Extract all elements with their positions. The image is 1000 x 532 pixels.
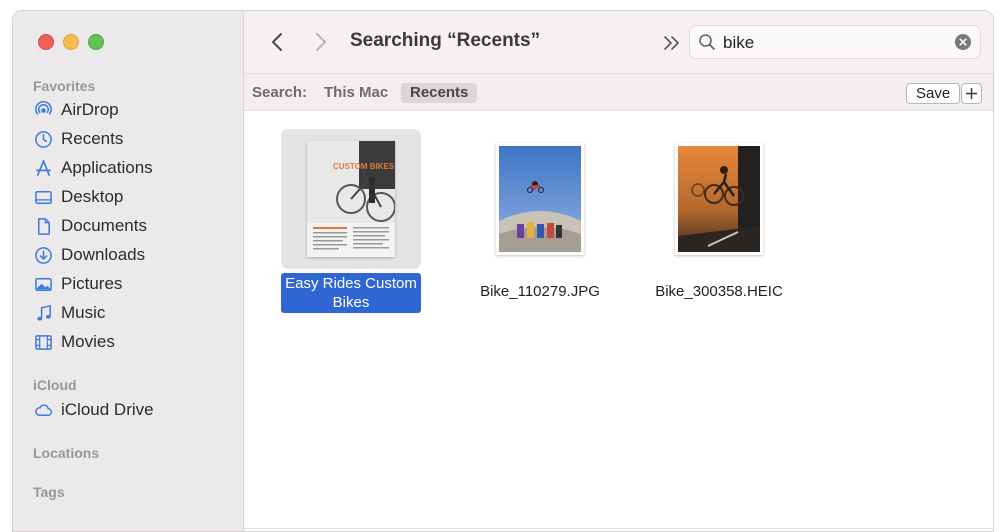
sidebar-item-icloud-drive[interactable]: iCloud Drive [33,397,154,423]
sidebar-item-applications[interactable]: Applications [33,155,153,181]
sidebar-item-downloads[interactable]: Downloads [33,242,145,268]
file-item-bike-300358[interactable]: Bike_300358.HEIC [649,129,789,309]
file-thumbnail-container[interactable]: CUSTOM BIKES [281,129,421,269]
save-search-button[interactable]: Save [906,83,961,104]
sidebar-item-music[interactable]: Music [33,300,105,326]
music-note-icon [33,303,53,323]
magazine-page-image: CUSTOM BIKES [307,141,396,257]
clock-icon [33,129,53,149]
sidebar-item-label: Applications [61,158,153,177]
search-scope-bar: Search: This Mac Recents Save [244,74,993,111]
sidebar-section-icloud: iCloud [33,377,77,393]
main-pane: Searching “Recents” Search: This Mac Rec… [244,11,993,531]
sidebar-item-label: AirDrop [61,100,119,119]
sidebar-item-airdrop[interactable]: AirDrop [33,97,119,123]
airdrop-icon [33,100,53,120]
file-thumbnail-container[interactable] [470,129,610,269]
forward-button[interactable] [310,29,332,55]
window-title: Searching “Recents” [350,30,541,51]
sidebar-item-documents[interactable]: Documents [33,213,147,239]
file-item-bike-110279[interactable]: Bike_110279.JPG [470,129,610,309]
file-item-easy-rides[interactable]: CUSTOM BIKES Easy Rides Custom Bikes [281,129,421,329]
file-name-label[interactable]: Bike_110279.JPG [470,283,610,300]
zoom-button[interactable] [88,34,104,50]
sidebar-section-tags[interactable]: Tags [33,484,65,500]
toolbar: Searching “Recents” [244,11,993,74]
sidebar-item-label: Desktop [61,187,124,206]
sidebar-item-label: Documents [61,216,147,235]
search-input[interactable] [721,31,945,55]
chevron-left-icon [272,33,282,51]
minimize-button[interactable] [63,34,79,50]
thumb-heading: CUSTOM BIKES [333,162,395,171]
plus-icon [966,88,977,99]
desktop-icon [33,187,53,207]
scope-this-mac[interactable]: This Mac [324,84,388,101]
window-controls [38,34,104,50]
download-icon [33,245,53,265]
file-thumbnail-container[interactable] [649,129,789,269]
sidebar-section-locations[interactable]: Locations [33,445,99,461]
file-name-label[interactable]: Bike_300358.HEIC [649,283,789,300]
back-button[interactable] [266,29,288,55]
sidebar-item-label: Downloads [61,245,146,264]
scope-recents[interactable]: Recents [401,83,478,103]
cloud-icon [33,400,53,420]
file-name-label[interactable]: Easy Rides Custom Bikes [281,273,421,313]
sidebar-item-label: Pictures [61,274,123,293]
scope-label: Search: [252,84,308,101]
photo-thumbnail [496,143,584,255]
bmx-photo-image [499,146,581,252]
sidebar-item-desktop[interactable]: Desktop [33,184,123,210]
applications-icon [33,158,53,178]
pictures-icon [33,274,53,294]
search-field[interactable] [689,25,981,59]
chevron-right-icon [316,33,326,51]
document-thumbnail: CUSTOM BIKES [307,141,396,257]
finder-window: Favorites AirDrop Recents Applications D… [12,10,994,532]
double-chevron-right-icon [664,36,679,50]
sidebar-item-movies[interactable]: Movies [33,329,115,355]
sidebar: Favorites AirDrop Recents Applications D… [13,11,244,531]
sunset-cyclist-image [678,146,760,252]
sidebar-section-favorites: Favorites [33,78,96,94]
toolbar-overflow-button[interactable] [662,33,682,53]
close-button[interactable] [38,34,54,50]
sidebar-item-recents[interactable]: Recents [33,126,123,152]
film-icon [33,332,53,352]
add-criteria-button[interactable] [961,83,982,104]
document-icon [33,216,53,236]
sidebar-item-label: Recents [61,129,124,148]
search-icon [699,34,715,50]
photo-thumbnail [675,143,763,255]
sidebar-item-label: iCloud Drive [61,400,154,419]
sidebar-item-label: Movies [61,332,115,351]
sidebar-item-label: Music [61,303,106,322]
clear-search-icon[interactable] [955,34,971,50]
status-divider [244,528,993,529]
sidebar-item-pictures[interactable]: Pictures [33,271,122,297]
